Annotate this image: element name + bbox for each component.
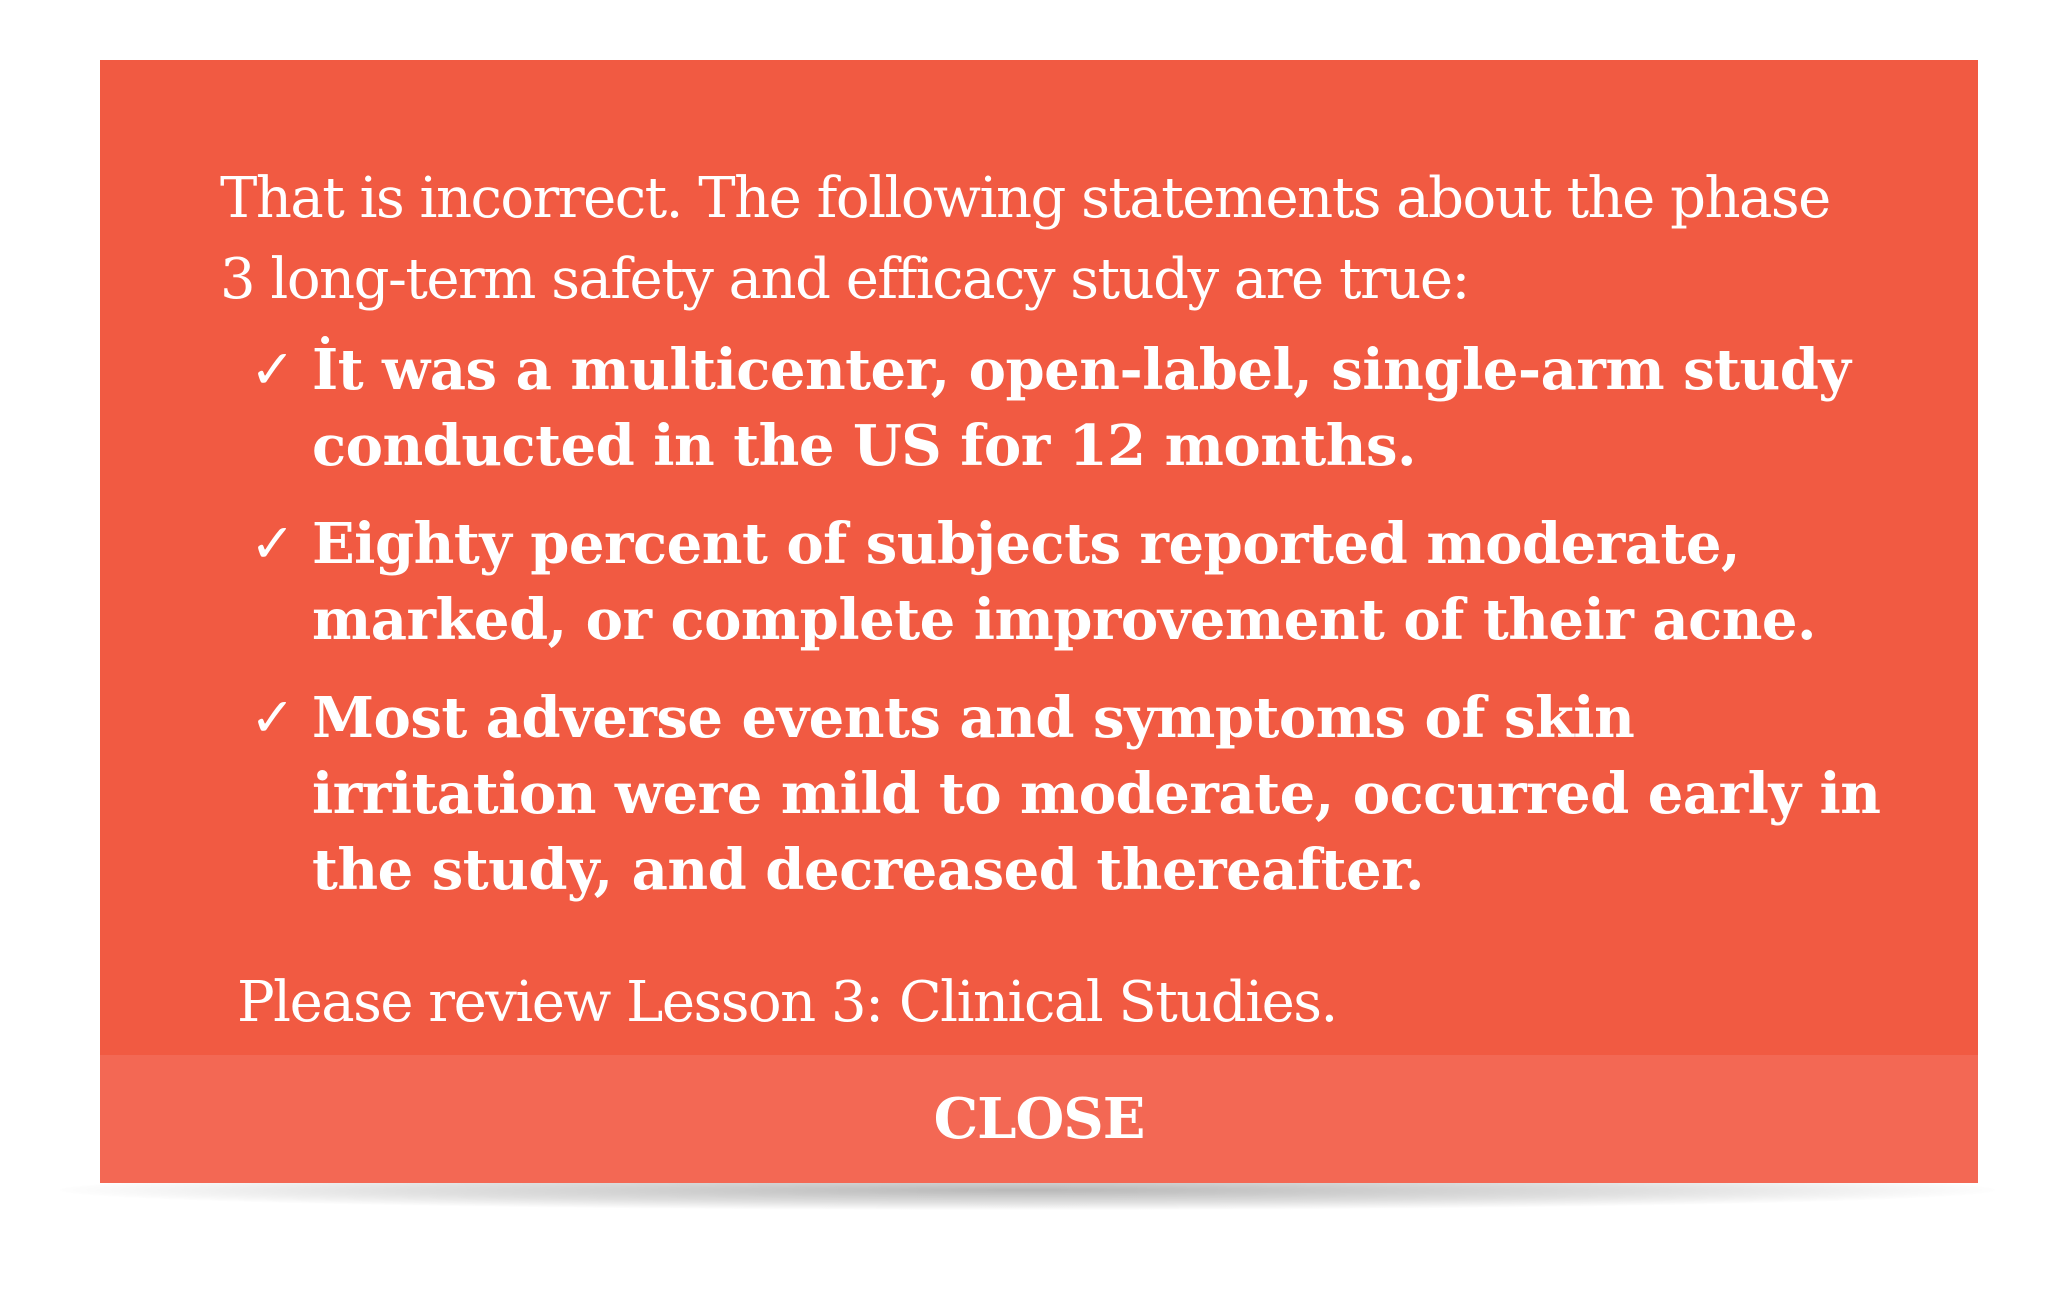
list-item: ✓ Most adverse events and symptoms of sk… [250, 680, 1910, 908]
statement-text: Eighty percent of subjects reported mode… [312, 511, 1817, 653]
list-item: ✓ İt was a multicenter, open-label, sing… [250, 332, 1910, 484]
checkmark-icon: ✓ [250, 512, 295, 575]
true-statements-list: ✓ İt was a multicenter, open-label, sing… [250, 332, 1910, 930]
list-item: ✓ Eighty percent of subjects reported mo… [250, 506, 1910, 658]
feedback-intro-text: That is incorrect. The following stateme… [220, 166, 1831, 312]
close-button[interactable]: CLOSE [100, 1055, 1978, 1183]
checkmark-icon: ✓ [250, 686, 295, 749]
feedback-dialog: That is incorrect. The following stateme… [100, 60, 1978, 1183]
review-lesson-text: Please review Lesson 3: Clinical Studies… [237, 970, 1338, 1035]
statement-text: İt was a multicenter, open-label, single… [312, 337, 1851, 479]
checkmark-icon: ✓ [250, 338, 295, 401]
page: That is incorrect. The following stateme… [0, 0, 2055, 1303]
statement-text: Most adverse events and symptoms of skin… [312, 685, 1881, 903]
